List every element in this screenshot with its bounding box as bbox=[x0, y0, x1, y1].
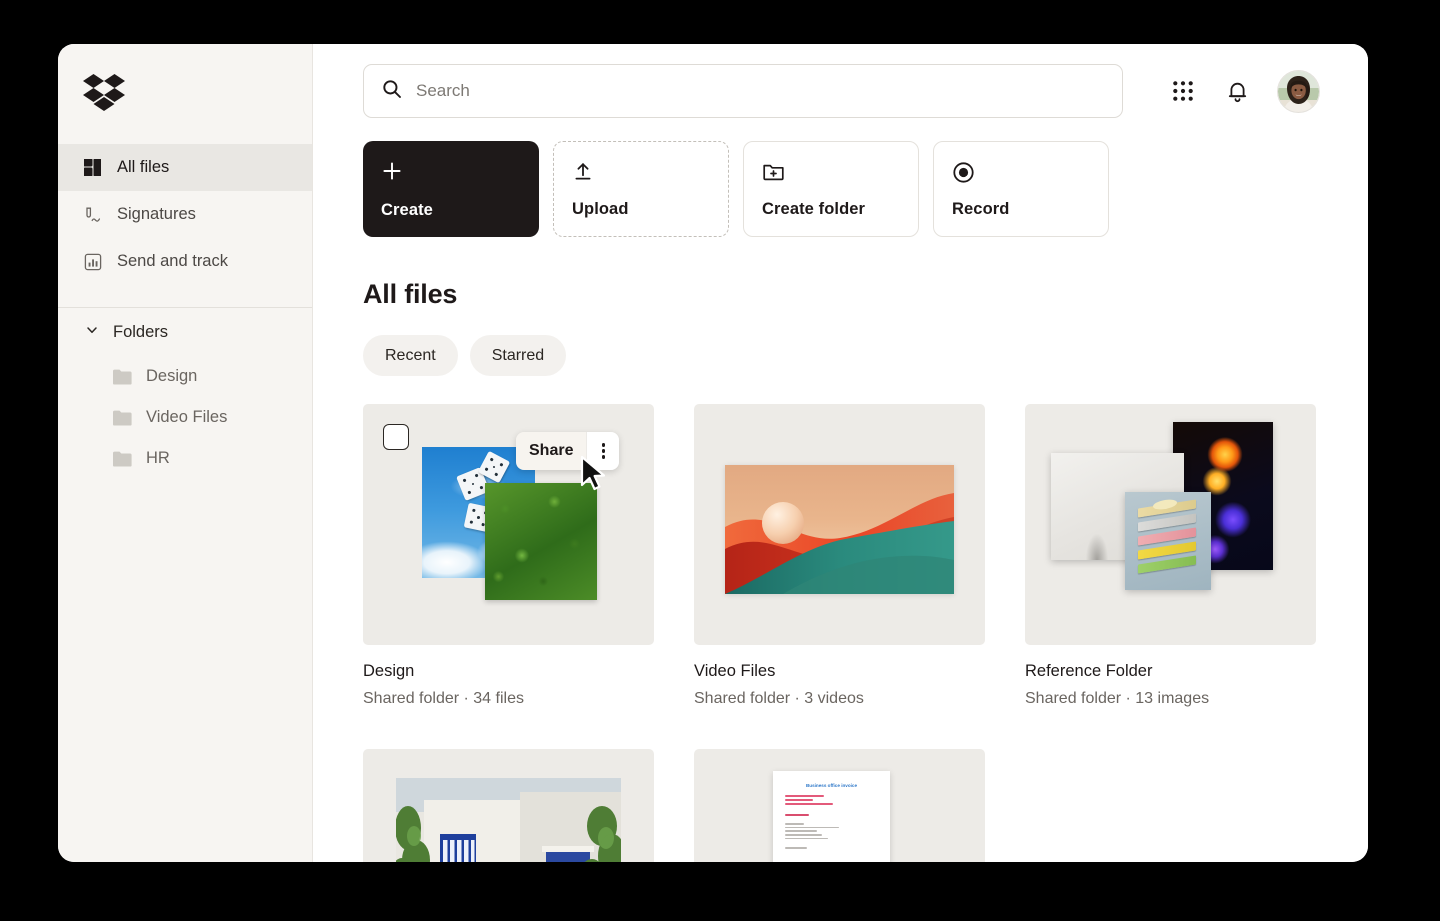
exploded-layers-photo bbox=[1125, 492, 1211, 590]
card-meta: Shared folder · 13 images bbox=[1025, 690, 1210, 707]
sidebar-folder-hr[interactable]: HR bbox=[58, 438, 312, 479]
folder-icon bbox=[113, 369, 132, 384]
upload-arrow-icon bbox=[572, 159, 710, 185]
create-label: Create bbox=[381, 201, 433, 219]
search-placeholder: Search bbox=[416, 81, 470, 100]
folder-icon bbox=[113, 410, 132, 425]
app-window: All files Signatures Send and track Fold… bbox=[58, 44, 1368, 862]
upload-label: Upload bbox=[572, 200, 629, 218]
checkbox-unchecked-icon[interactable] bbox=[383, 424, 409, 450]
search-icon bbox=[382, 79, 402, 104]
document-preview: Business office invoice bbox=[773, 771, 890, 862]
thumbnail-dice-sky-and-moss-collage: Share bbox=[363, 404, 654, 645]
sidebar-item-label: Send and track bbox=[117, 252, 228, 270]
bell-icon[interactable] bbox=[1223, 77, 1251, 105]
record-label: Record bbox=[952, 200, 1010, 218]
topbar: Search bbox=[363, 44, 1368, 118]
sidebar-folder-label: HR bbox=[146, 449, 170, 467]
avatar-photo bbox=[1278, 70, 1319, 112]
folder-icon bbox=[113, 451, 132, 466]
plus-icon bbox=[381, 158, 521, 184]
file-card-video-files[interactable]: Video Files Shared folder · 3 videos bbox=[694, 404, 985, 708]
main-content: Search Create Upload Create folder Recor… bbox=[313, 44, 1368, 862]
document-preview-title: Business office invoice bbox=[805, 783, 858, 788]
sidebar-folder-label: Design bbox=[146, 367, 198, 385]
card-title: Design bbox=[363, 662, 415, 680]
create-folder-button[interactable]: Create folder bbox=[743, 141, 919, 237]
dropbox-logo-icon bbox=[83, 74, 125, 111]
sidebar-folders-header[interactable]: Folders bbox=[58, 308, 312, 356]
card-title: Video Files bbox=[694, 662, 776, 680]
house-photo bbox=[396, 778, 621, 862]
card-meta: Shared folder · 3 videos bbox=[694, 690, 864, 707]
sidebar-item-label: Signatures bbox=[117, 205, 196, 223]
search-input[interactable]: Search bbox=[363, 64, 1123, 118]
record-button[interactable]: Record bbox=[933, 141, 1109, 237]
file-card-reference-folder[interactable]: Reference Folder Shared folder · 13 imag… bbox=[1025, 404, 1316, 708]
more-vertical-icon[interactable] bbox=[586, 432, 620, 470]
sidebar-item-label: All files bbox=[117, 158, 170, 176]
folder-plus-icon bbox=[762, 159, 900, 185]
sidebar-folders-label: Folders bbox=[113, 322, 169, 341]
thumbnail-document-preview-page: Business office invoice bbox=[694, 749, 985, 862]
brand-logo[interactable] bbox=[58, 44, 312, 144]
sidebar-folder-label: Video Files bbox=[146, 408, 228, 426]
file-hover-menu: Share bbox=[516, 432, 620, 470]
record-dot-icon bbox=[952, 159, 1090, 185]
quick-actions: Create Upload Create folder Record bbox=[363, 141, 1368, 237]
chip-starred[interactable]: Starred bbox=[469, 335, 567, 376]
card-title: Reference Folder bbox=[1025, 662, 1153, 680]
upload-button[interactable]: Upload bbox=[553, 141, 729, 237]
moss-photo bbox=[485, 483, 597, 600]
sidebar-item-send-and-track[interactable]: Send and track bbox=[58, 238, 312, 285]
file-card-partial-document[interactable]: Business office invoice bbox=[694, 749, 985, 862]
avatar[interactable] bbox=[1277, 69, 1320, 113]
all-files-icon bbox=[83, 158, 102, 177]
chip-recent[interactable]: Recent bbox=[363, 335, 458, 376]
thumbnail-abstract-wave-sphere-render bbox=[694, 404, 985, 645]
page-title: All files bbox=[363, 279, 458, 309]
share-button[interactable]: Share bbox=[516, 432, 587, 470]
send-and-track-chart-icon bbox=[83, 252, 102, 271]
card-meta: Shared folder · 34 files bbox=[363, 690, 524, 707]
sidebar: All files Signatures Send and track Fold… bbox=[58, 44, 313, 862]
chevron-down-icon bbox=[85, 323, 99, 342]
filter-chips: Recent Starred bbox=[363, 335, 1368, 376]
thumbnail-photo-stack-vr-neon-layers bbox=[1025, 404, 1316, 645]
sidebar-item-signatures[interactable]: Signatures bbox=[58, 191, 312, 238]
sidebar-item-all-files[interactable]: All files bbox=[58, 144, 312, 191]
create-folder-label: Create folder bbox=[762, 200, 866, 218]
file-card-design[interactable]: Share Design Shared folder · 34 files bbox=[363, 404, 654, 708]
files-grid: Share Design Shared folder · 34 files Vi… bbox=[363, 404, 1368, 862]
thumbnail-white-house-blue-shutters-photo bbox=[363, 749, 654, 862]
sidebar-folder-design[interactable]: Design bbox=[58, 356, 312, 397]
file-card-partial-house[interactable] bbox=[363, 749, 654, 862]
topbar-icons bbox=[1169, 69, 1320, 113]
create-button[interactable]: Create bbox=[363, 141, 539, 237]
signature-pen-icon bbox=[83, 205, 102, 224]
apps-grid-icon[interactable] bbox=[1169, 77, 1197, 105]
wave-artwork bbox=[725, 465, 954, 594]
sidebar-folder-video-files[interactable]: Video Files bbox=[58, 397, 312, 438]
